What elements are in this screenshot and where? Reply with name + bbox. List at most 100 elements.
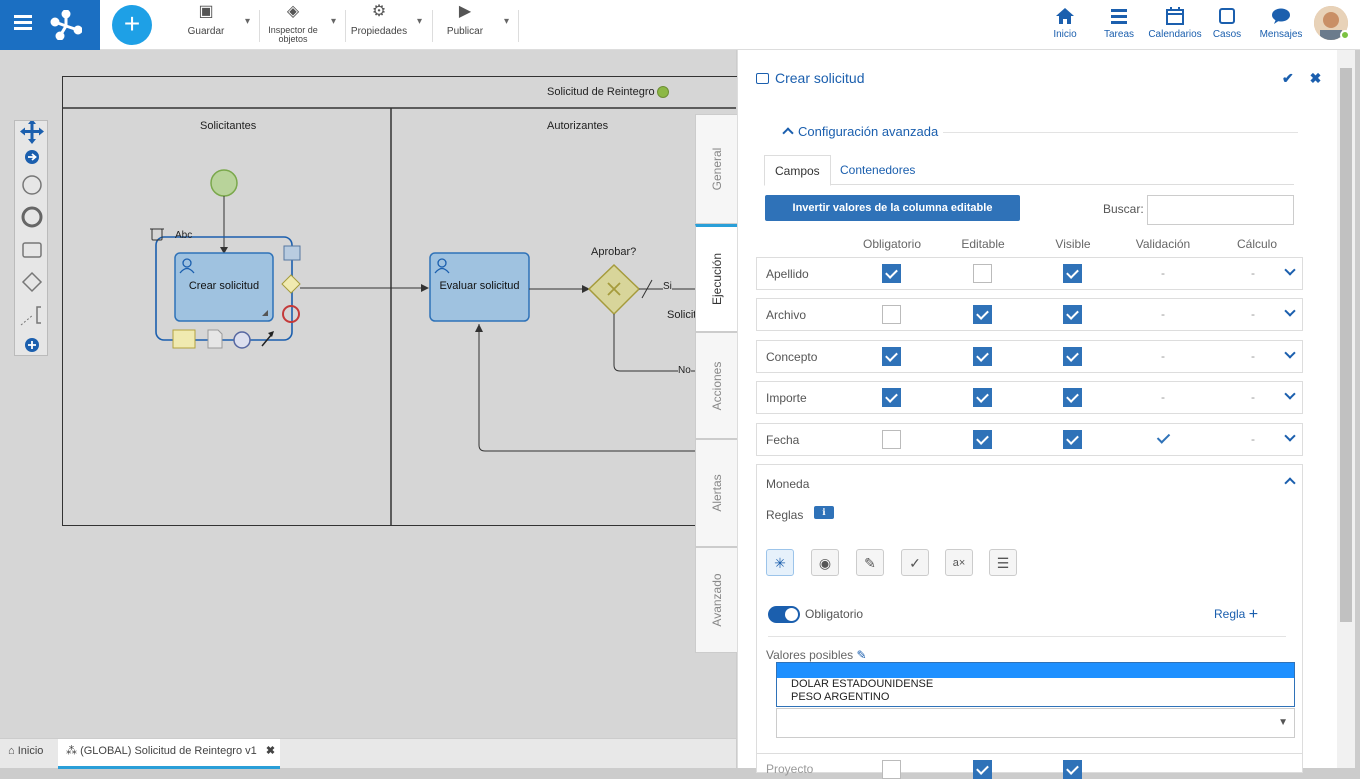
field-row-partial[interactable]: Proyecto xyxy=(756,753,1303,779)
tab-campos[interactable]: Campos xyxy=(764,155,831,186)
text-annotation[interactable]: Abc xyxy=(175,230,192,241)
required-checkbox[interactable] xyxy=(882,347,901,366)
edit-icon[interactable]: ✎ xyxy=(857,648,867,662)
add-rule-button[interactable]: Regla + xyxy=(1214,606,1258,624)
nav-messages[interactable]: Mensajes xyxy=(1259,6,1303,40)
field-row[interactable]: Concepto - - xyxy=(756,340,1303,373)
option-dolar[interactable]: DOLAR ESTADOUNIDENSE xyxy=(777,678,1294,691)
save-button[interactable]: ▣ Guardar xyxy=(184,4,228,38)
process-pool[interactable] xyxy=(62,76,742,526)
tab-document[interactable]: ⁂ (GLOBAL) Solicitud de Reintegro v1 ✖ xyxy=(58,739,280,769)
expand-chevron-icon[interactable] xyxy=(1285,307,1295,317)
expand-chevron-icon[interactable] xyxy=(1285,349,1295,359)
inspector-dropdown-chevron-icon[interactable]: ▾ xyxy=(331,16,336,27)
info-icon[interactable]: ℹ xyxy=(814,506,834,519)
editable-checkbox[interactable] xyxy=(973,388,992,407)
required-checkbox[interactable] xyxy=(882,305,901,324)
object-inspector-button[interactable]: ◈ Inspector de objetos xyxy=(263,4,323,44)
option-peso[interactable]: PESO ARGENTINO xyxy=(777,691,1294,704)
invert-editable-button[interactable]: Invertir valores de la columna editable xyxy=(765,195,1020,221)
home-icon: ⌂ xyxy=(8,745,15,757)
field-row[interactable]: Apellido - - xyxy=(756,257,1303,290)
start-event-icon xyxy=(22,175,42,195)
end-event-icon xyxy=(21,206,43,228)
required-checkbox[interactable] xyxy=(882,388,901,407)
editable-checkbox[interactable] xyxy=(973,347,992,366)
tab-acciones[interactable]: Acciones xyxy=(695,332,737,439)
task-evaluar-solicitud-label[interactable]: Evaluar solicitud xyxy=(430,280,529,292)
save-dropdown-chevron-icon[interactable]: ▾ xyxy=(245,16,250,27)
close-tab-icon[interactable]: ✖ xyxy=(266,745,275,757)
rule-database-icon[interactable]: ☰ xyxy=(989,549,1017,576)
values-dropdown-list[interactable]: DOLAR ESTADOUNIDENSE PESO ARGENTINO xyxy=(776,662,1295,707)
required-toggle[interactable] xyxy=(768,606,800,623)
nav-cases[interactable]: Casos xyxy=(1212,6,1242,40)
rule-clear-value-icon[interactable]: a× xyxy=(945,549,973,576)
tab-contenedores[interactable]: Contenedores xyxy=(830,155,925,186)
expanded-field-name: Moneda xyxy=(766,477,810,491)
search-input[interactable] xyxy=(1147,195,1294,225)
visible-checkbox[interactable] xyxy=(1063,264,1082,283)
panel-title: Crear solicitud xyxy=(756,70,864,86)
properties-label: Propiedades xyxy=(350,26,408,37)
close-icon[interactable]: ✖ xyxy=(1310,70,1322,86)
task-crear-solicitud-label[interactable]: Crear solicitud xyxy=(175,280,273,292)
collapse-chevron-icon[interactable] xyxy=(1285,475,1295,485)
option-empty[interactable] xyxy=(777,663,1294,678)
required-checkbox[interactable] xyxy=(882,264,901,283)
scrollbar-thumb[interactable] xyxy=(1340,68,1352,622)
section-divider xyxy=(943,132,1298,133)
properties-button[interactable]: ⚙ Propiedades xyxy=(350,4,408,38)
expand-chevron-icon[interactable] xyxy=(1285,390,1295,400)
properties-dropdown-chevron-icon[interactable]: ▾ xyxy=(417,16,422,27)
tab-ejecucion[interactable]: Ejecución xyxy=(695,224,737,332)
nav-home[interactable]: Inicio xyxy=(1050,6,1080,40)
editable-checkbox[interactable] xyxy=(973,430,992,449)
top-bar: + ▣ Guardar ▾ ◈ Inspector de objetos ▾ ⚙… xyxy=(0,0,1360,50)
col-validacion: Validación xyxy=(1135,237,1191,251)
tab-avanzado[interactable]: Avanzado xyxy=(695,547,737,653)
arrow-right-circle-icon xyxy=(25,150,39,164)
checkbox[interactable] xyxy=(973,760,992,779)
field-row[interactable]: Importe - - xyxy=(756,381,1303,414)
publish-dropdown-chevron-icon[interactable]: ▾ xyxy=(504,16,509,27)
field-expanded-moneda: Moneda Reglas ℹ ✳ ◉ ✎ ✓ a× ☰ Obligatorio… xyxy=(756,464,1303,759)
checkbox[interactable] xyxy=(1063,760,1082,779)
expand-chevron-icon[interactable] xyxy=(1285,432,1295,442)
field-row[interactable]: Archivo - - xyxy=(756,298,1303,331)
visible-checkbox[interactable] xyxy=(1063,305,1082,324)
tab-inicio[interactable]: ⌂ Inicio xyxy=(8,739,43,769)
nav-calendars[interactable]: Calendarios xyxy=(1147,6,1203,40)
publish-button[interactable]: ▶ Publicar xyxy=(445,4,485,38)
rule-editable-pencil-icon[interactable]: ✎ xyxy=(856,549,884,576)
visible-checkbox[interactable] xyxy=(1063,430,1082,449)
palette-icons xyxy=(20,119,44,352)
menu-icon[interactable] xyxy=(14,15,32,18)
visible-checkbox[interactable] xyxy=(1063,347,1082,366)
publish-label: Publicar xyxy=(446,26,484,37)
shape-palette xyxy=(14,119,48,356)
nav-tasks[interactable]: Tareas xyxy=(1102,6,1136,40)
values-select[interactable]: ▼ xyxy=(776,708,1295,738)
visible-checkbox[interactable] xyxy=(1063,388,1082,407)
confirm-check-icon[interactable]: ✔ xyxy=(1282,70,1294,86)
tab-general[interactable]: General xyxy=(695,114,737,224)
lane-autorizantes-label: Autorizantes xyxy=(547,120,609,132)
field-row[interactable]: Fecha - xyxy=(756,423,1303,456)
rule-visible-eye-icon[interactable]: ◉ xyxy=(811,549,839,576)
required-checkbox[interactable] xyxy=(882,430,901,449)
rules-label: Reglas xyxy=(766,508,804,522)
rule-required-icon[interactable]: ✳ xyxy=(766,549,794,576)
nav-cases-label: Casos xyxy=(1212,29,1242,40)
required-toggle-label: Obligatorio xyxy=(805,607,864,621)
expand-chevron-icon[interactable] xyxy=(1285,266,1295,276)
gateway-label: Aprobar? xyxy=(591,246,637,258)
editable-checkbox[interactable] xyxy=(973,264,992,283)
add-button[interactable]: + xyxy=(112,5,152,45)
rule-validation-check-icon[interactable]: ✓ xyxy=(901,549,929,576)
editable-checkbox[interactable] xyxy=(973,305,992,324)
advanced-config-toggle[interactable]: Configuración avanzada xyxy=(782,124,938,139)
checkbox[interactable] xyxy=(882,760,901,779)
calendar-icon xyxy=(1166,7,1184,25)
tab-alertas[interactable]: Alertas xyxy=(695,439,737,547)
